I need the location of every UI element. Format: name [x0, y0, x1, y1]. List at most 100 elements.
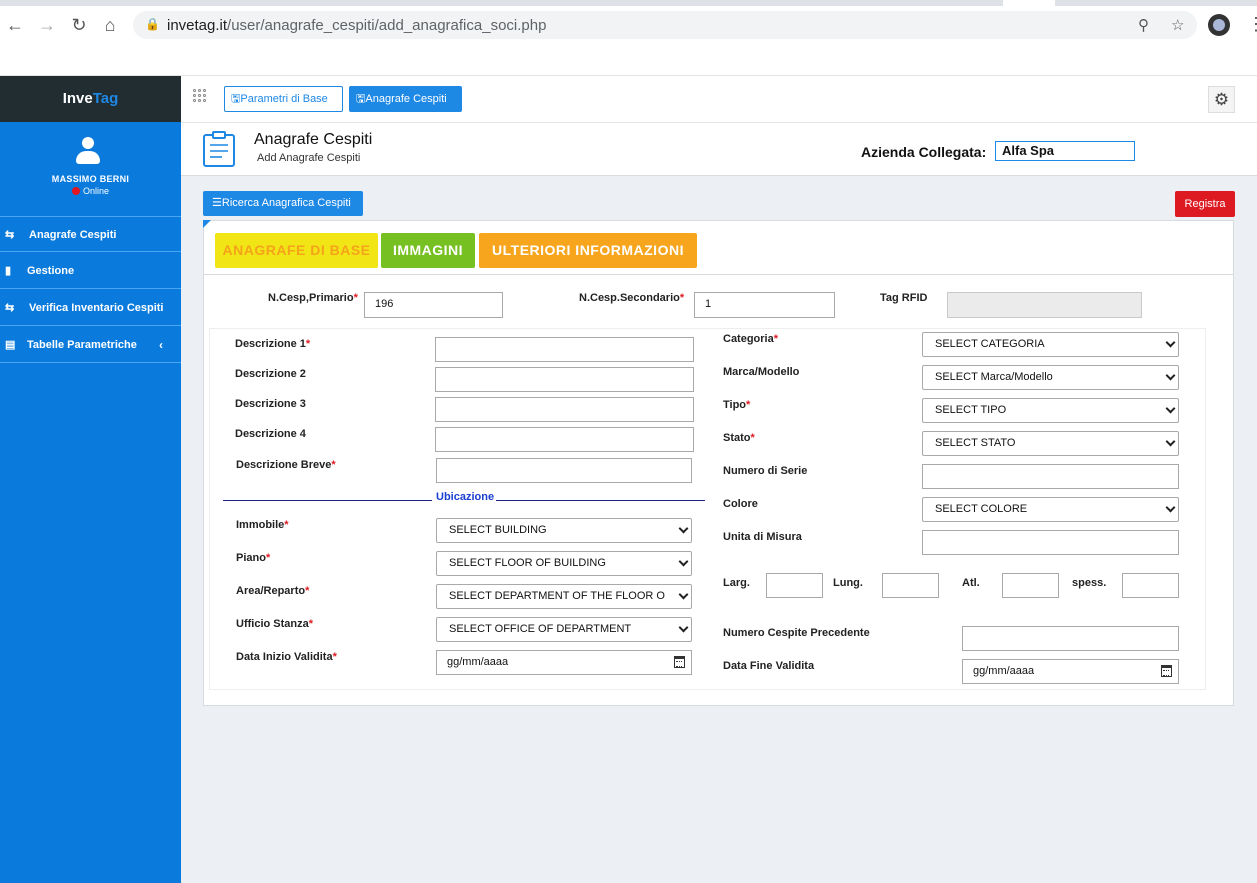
calendar-icon[interactable]	[1161, 665, 1172, 677]
ricerca-anagrafica-button[interactable]: ☰Ricerca Anagrafica Cespiti	[203, 191, 363, 216]
browser-active-tab[interactable]	[1003, 0, 1055, 6]
tab-anagrafe-di-base[interactable]: ANAGRAFE DI BASE	[215, 233, 378, 268]
immobile-select[interactable]: SELECT BUILDING	[436, 518, 692, 543]
n-cesp-secondario-input[interactable]: 1	[694, 292, 835, 318]
atl-input[interactable]	[1002, 573, 1059, 598]
tab-immagini[interactable]: IMMAGINI	[381, 233, 475, 268]
sidebar-item-anagrafe-cespiti[interactable]: ⇆ Anagrafe Cespiti	[0, 216, 181, 252]
zoom-icon[interactable]: ⚲	[1138, 16, 1149, 34]
sidebar-item-verifica-inventario[interactable]: ⇆ Verifica Inventario Cespiti	[0, 290, 181, 326]
page-subtitle: Add Anagrafe Cespiti	[257, 152, 361, 164]
menu-kebab-icon[interactable]: ⋮	[1247, 14, 1257, 35]
colore-select[interactable]: SELECT COLORE	[922, 497, 1179, 522]
ufficio-stanza-label: Ufficio Stanza*	[236, 618, 314, 630]
bookmark-star-icon[interactable]: ☆	[1171, 16, 1184, 34]
piano-select[interactable]: SELECT FLOOR OF BUILDING	[436, 551, 692, 576]
reload-icon[interactable]: ↻	[68, 14, 90, 36]
monitor-icon: 🖫	[356, 93, 366, 105]
unita-misura-input[interactable]	[922, 530, 1179, 555]
ricerca-label: Ricerca Anagrafica Cespiti	[221, 197, 351, 209]
user-status-text: Online	[82, 186, 109, 196]
back-arrow-icon[interactable]: ←	[4, 14, 26, 36]
url-path: /user/anagrafe_cespiti/add_anagrafica_so…	[227, 17, 547, 34]
monitor-icon: 🖫	[231, 93, 241, 105]
bar-chart-icon: ▮	[5, 265, 12, 277]
lung-input[interactable]	[882, 573, 939, 598]
marca-modello-select[interactable]: SELECT Marca/Modello	[922, 365, 1179, 390]
toolbar-divider	[181, 122, 1257, 123]
spess-input[interactable]	[1122, 573, 1179, 598]
address-bar[interactable]: 🔒 invetag.it/user/anagrafe_cespiti/add_a…	[133, 11, 1197, 39]
tab-ulteriori-informazioni[interactable]: ULTERIORI INFORMAZIONI	[479, 233, 697, 268]
parametri-di-base-button[interactable]: 🖫Parametri di Base	[224, 86, 343, 112]
chevron-down-icon	[1165, 502, 1176, 513]
ubicazione-divider-left	[223, 500, 432, 501]
marca-modello-label: Marca/Modello	[723, 366, 800, 378]
url-text: invetag.it/user/anagrafe_cespiti/add_ana…	[167, 17, 546, 34]
browser-tab-strip	[0, 0, 1257, 6]
larg-input[interactable]	[766, 573, 823, 598]
numero-precedente-input[interactable]	[962, 626, 1179, 651]
azienda-label: Azienda Collegata:	[861, 144, 987, 160]
chevron-down-icon	[678, 556, 689, 567]
spess-label: spess.	[1072, 577, 1107, 589]
atl-label: Atl.	[962, 577, 980, 589]
forward-arrow-icon[interactable]: →	[36, 14, 58, 36]
exchange-icon: ⇆	[5, 302, 15, 314]
n-cesp-secondario-label: N.Cesp.Secondario*	[579, 292, 685, 304]
calendar-icon[interactable]	[674, 656, 685, 668]
descrizione3-input[interactable]	[435, 397, 694, 422]
piano-label: Piano*	[236, 552, 271, 564]
immobile-label: Immobile*	[236, 519, 289, 531]
tipo-select[interactable]: SELECT TIPO	[922, 398, 1179, 423]
unita-misura-label: Unita di Misura	[723, 531, 802, 543]
chevron-down-icon	[678, 622, 689, 633]
descrizione1-input[interactable]	[435, 337, 694, 362]
descrizione3-label: Descrizione 3	[235, 398, 306, 410]
logo-part1: Inve	[62, 90, 93, 107]
anagrafe-cespiti-button[interactable]: 🖫Anagrafe Cespiti	[349, 86, 462, 112]
area-reparto-label: Area/Reparto*	[236, 585, 310, 597]
user-avatar-icon	[76, 137, 100, 165]
n-cesp-primario-input[interactable]: 196	[364, 292, 503, 318]
colore-label: Colore	[723, 498, 758, 510]
descrizione2-label: Descrizione 2	[235, 368, 306, 380]
chevron-down-icon	[1165, 436, 1176, 447]
home-icon[interactable]: ⌂	[99, 14, 121, 36]
sidebar: MASSIMO BERNI Online ⇆ Anagrafe Cespiti …	[0, 122, 181, 883]
sidebar-item-gestione[interactable]: ▮ Gestione	[0, 253, 181, 289]
chevron-left-icon[interactable]: ‹	[159, 338, 163, 352]
lung-label: Lung.	[833, 577, 863, 589]
tag-rfid-label: Tag RFID	[880, 292, 928, 304]
registra-button[interactable]: Registra	[1175, 191, 1235, 217]
sidebar-item-tabelle-parametriche[interactable]: ▤ Tabelle Parametriche ‹	[0, 327, 181, 363]
descrizione-breve-input[interactable]	[436, 458, 692, 483]
book-icon: ▤	[5, 339, 16, 351]
larg-label: Larg.	[723, 577, 750, 589]
sidebar-item-label: Verifica Inventario Cespiti	[29, 302, 164, 314]
sidebar-item-label: Gestione	[27, 265, 75, 277]
data-fine-input[interactable]: gg/mm/aaaa	[962, 659, 1179, 684]
header-divider	[181, 175, 1257, 176]
user-status: Online	[0, 186, 181, 196]
area-reparto-select[interactable]: SELECT DEPARTMENT OF THE FLOOR OF BUI	[436, 584, 692, 609]
categoria-select[interactable]: SELECT CATEGORIA	[922, 332, 1179, 357]
descrizione4-input[interactable]	[435, 427, 694, 452]
ubicazione-heading: Ubicazione	[436, 491, 495, 503]
app-logo[interactable]: InveTag	[0, 90, 181, 107]
profile-avatar[interactable]	[1208, 14, 1230, 36]
apps-grid-icon[interactable]	[193, 89, 207, 103]
ufficio-stanza-select[interactable]: SELECT OFFICE OF DEPARTMENT	[436, 617, 692, 642]
descrizione4-label: Descrizione 4	[235, 428, 306, 440]
data-inizio-input[interactable]: gg/mm/aaaa	[436, 650, 692, 675]
descrizione1-label: Descrizione 1*	[235, 338, 311, 350]
clipboard-icon	[203, 131, 235, 167]
numero-serie-input[interactable]	[922, 464, 1179, 489]
descrizione2-input[interactable]	[435, 367, 694, 392]
chevron-down-icon	[1165, 403, 1176, 414]
ubicazione-divider-right	[496, 500, 705, 501]
stato-select[interactable]: SELECT STATO	[922, 431, 1179, 456]
numero-precedente-label: Numero Cespite Precedente	[723, 627, 870, 639]
gear-icon[interactable]: ⚙	[1208, 86, 1235, 113]
azienda-field[interactable]: Alfa Spa	[995, 141, 1135, 161]
